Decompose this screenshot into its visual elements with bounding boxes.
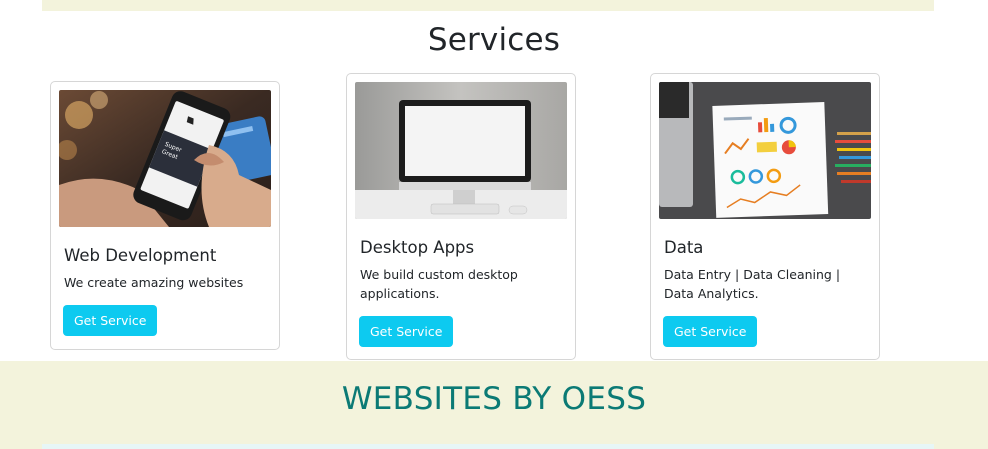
card-description: We build custom desktop applications. (360, 267, 518, 301)
portfolio-container (42, 444, 934, 449)
service-card-data: Data Data Entry | Data Cleaning | Data A… (650, 73, 880, 360)
top-banner-strip (42, 0, 934, 11)
card-description: Data Entry | Data Cleaning | Data Analyt… (664, 267, 841, 301)
get-service-button[interactable]: Get Service (63, 305, 158, 336)
portfolio-heading: WEBSITES BY OESS (341, 381, 647, 417)
services-heading: Services (427, 22, 561, 58)
phone-shopping-image: Super Great (59, 90, 271, 227)
get-service-button[interactable]: Get Service (359, 316, 454, 347)
card-title: Desktop Apps (360, 238, 475, 257)
card-description: We create amazing websites (64, 275, 244, 290)
service-card-web-development: Super Great Web Development We create am… (50, 81, 280, 350)
service-card-desktop-apps: Desktop Apps We build custom desktop app… (346, 73, 576, 360)
portfolio-section: WEBSITES BY OESS (0, 361, 988, 449)
data-charts-image (659, 82, 871, 219)
get-service-button[interactable]: Get Service (663, 316, 758, 347)
card-title: Data (664, 238, 704, 257)
desktop-monitor-image (355, 82, 567, 219)
card-title: Web Development (64, 246, 217, 265)
